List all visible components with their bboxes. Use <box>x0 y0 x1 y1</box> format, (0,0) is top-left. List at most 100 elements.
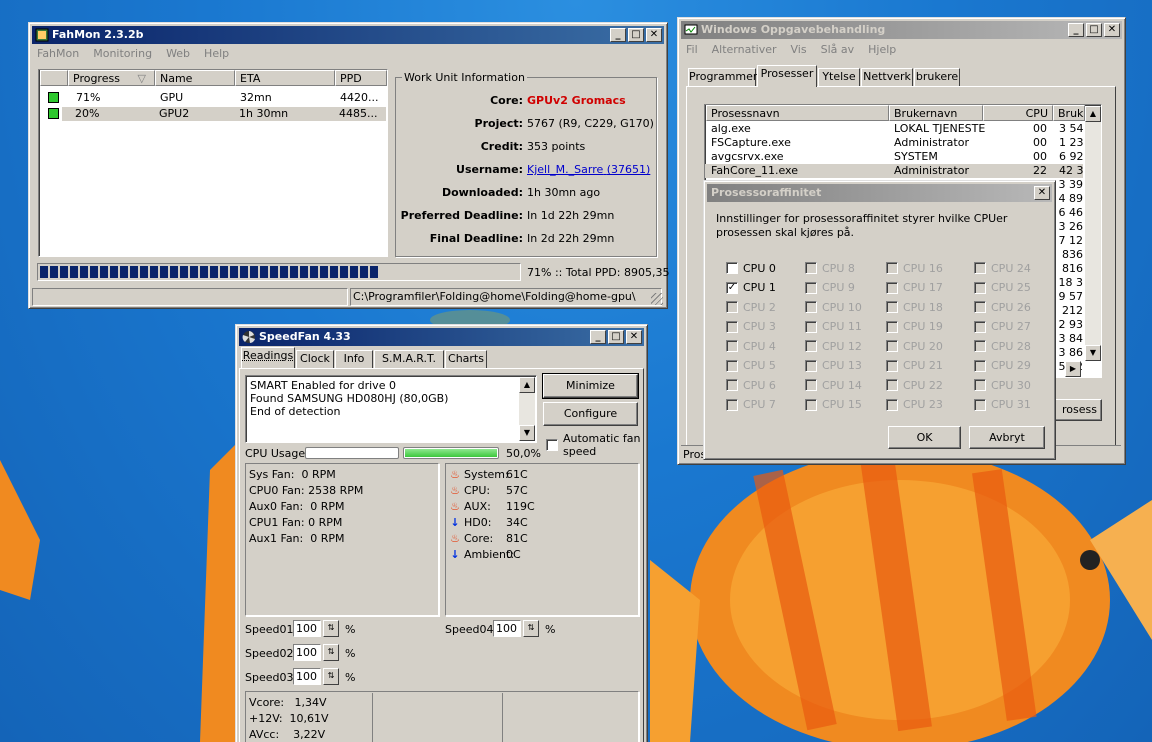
speed02-label: Speed02: <box>245 647 297 660</box>
checkbox-box <box>886 262 898 274</box>
bruk-column: 3 39 4 89 6 46 3 26 7 12 836 816 18 39 57 212 2 9… <box>1053 178 1085 374</box>
menu-web[interactable]: Web <box>166 45 190 63</box>
process-row[interactable]: avgcsrvx.exe SYSTEM 00 6 92 <box>705 150 1101 164</box>
menu-alternativer[interactable]: Alternativer <box>712 41 777 59</box>
checkbox-box <box>805 379 817 391</box>
cpu-label: CPU 20 <box>903 340 943 353</box>
scroll-up-button[interactable]: ▲ <box>519 377 535 393</box>
col-name[interactable]: Name <box>155 70 235 86</box>
cancel-button[interactable]: Avbryt <box>969 426 1045 449</box>
cpu-label: CPU 28 <box>991 340 1031 353</box>
affinity-titlebar[interactable]: Prosessoraffinitet ✕ <box>707 184 1052 202</box>
memory-value: 4 89 <box>1053 192 1085 206</box>
status-ok-icon <box>48 108 59 119</box>
close-button[interactable]: ✕ <box>1104 23 1120 37</box>
checkbox-box[interactable]: ✓ <box>726 282 738 294</box>
maximize-button[interactable]: □ <box>628 28 644 42</box>
close-button[interactable]: ✕ <box>1034 186 1050 200</box>
vertical-scrollbar[interactable]: ▲ ▼ <box>1085 106 1101 361</box>
speed01-input[interactable]: 100 <box>293 620 321 637</box>
minimize-to-tray-button[interactable]: Minimize <box>543 374 638 398</box>
speed01-spinner[interactable]: ⇅ <box>323 620 339 637</box>
tab-programmer[interactable]: Programmer <box>688 68 756 86</box>
progress-text: 71% :: Total PPD: 8905,35 <box>527 266 669 279</box>
log-scrollbar[interactable]: ▲ ▼ <box>519 377 535 441</box>
scroll-up-button[interactable]: ▲ <box>1085 106 1101 122</box>
scroll-right-button[interactable]: ▶ <box>1065 361 1081 377</box>
username-link[interactable]: Kjell_M._Sarre (37651) <box>527 163 650 176</box>
client-list[interactable]: Progress ▽ Name ETA PPD 71% GPU 32mn 442… <box>38 69 388 257</box>
scroll-down-button[interactable]: ▼ <box>1085 345 1101 361</box>
process-row[interactable]: FSCapture.exe Administrator 00 1 23 <box>705 136 1101 150</box>
cpu-checkbox-grid: CPU 0 ✓ CPU 1 CPU 2 CPU 3 CPU 4 CPU 5 CPU 6 CPU … <box>726 261 1046 421</box>
configure-button[interactable]: Configure <box>543 402 638 426</box>
menu-monitoring[interactable]: Monitoring <box>93 45 152 63</box>
tab-info[interactable]: Info <box>335 350 373 368</box>
checkbox-box <box>726 399 738 411</box>
minimize-button[interactable]: _ <box>590 330 606 344</box>
menu-fil[interactable]: Fil <box>686 41 698 59</box>
speed04-spinner[interactable]: ⇅ <box>523 620 539 637</box>
cpu-checkbox-1[interactable]: ✓ CPU 1 <box>726 281 776 295</box>
taskmanager-titlebar[interactable]: Windows Oppgavebehandling _ □ ✕ <box>681 21 1122 39</box>
tab-ytelse[interactable]: Ytelse <box>818 68 860 86</box>
col-ppd[interactable]: PPD <box>335 70 387 86</box>
cpu-checkbox-9: CPU 9 <box>805 281 855 295</box>
tab-smart[interactable]: S.M.A.R.T. <box>374 350 444 368</box>
speed02-input[interactable]: 100 <box>293 644 321 661</box>
col-eta[interactable]: ETA <box>235 70 335 86</box>
auto-fan-checkbox[interactable] <box>546 439 558 451</box>
label-final-deadline: Final Deadline: <box>430 232 523 245</box>
checkbox-box <box>886 282 898 294</box>
process-row[interactable]: alg.exe LOKAL TJENESTE 00 3 54 <box>705 122 1101 136</box>
maximize-button[interactable]: □ <box>1086 23 1102 37</box>
col-cpu[interactable]: CPU <box>983 105 1053 121</box>
minimize-button[interactable]: _ <box>1068 23 1084 37</box>
tab-nettverk[interactable]: Nettverk <box>861 68 913 86</box>
fan-icon <box>242 330 256 344</box>
menu-vis[interactable]: Vis <box>791 41 807 59</box>
log-box[interactable]: SMART Enabled for drive 0 Found SAMSUNG … <box>245 375 537 443</box>
maximize-button[interactable]: □ <box>608 330 624 344</box>
col-brukernavn[interactable]: Brukernavn <box>889 105 983 121</box>
col-progress[interactable]: Progress ▽ <box>68 70 155 86</box>
menu-fahmon[interactable]: FahMon <box>37 45 79 63</box>
statusbar-left <box>32 288 348 306</box>
speed03-label: Speed03: <box>245 671 297 684</box>
cpu-label: CPU 30 <box>991 379 1031 392</box>
col-prosessnavn[interactable]: Prosessnavn <box>706 105 889 121</box>
end-process-button[interactable]: rosess <box>1050 399 1102 421</box>
cpu-checkbox-0[interactable]: CPU 0 <box>726 261 776 275</box>
menu-hjelp[interactable]: Hjelp <box>868 41 896 59</box>
tab-prosesser[interactable]: Prosesser <box>757 65 817 87</box>
close-button[interactable]: ✕ <box>626 330 642 344</box>
resize-grip-icon[interactable] <box>651 293 663 305</box>
checkbox-box <box>726 360 738 372</box>
flame-icon: ♨ <box>450 499 460 515</box>
memory-value: 9 57 <box>1053 290 1085 304</box>
checkbox-box[interactable] <box>726 262 738 274</box>
speed02-spinner[interactable]: ⇅ <box>323 644 339 661</box>
col-status[interactable] <box>40 70 68 86</box>
tab-clock[interactable]: Clock <box>296 350 334 368</box>
speed03-input[interactable]: 100 <box>293 668 321 685</box>
fahmon-titlebar[interactable]: FahMon 2.3.2b _ □ ✕ <box>32 26 664 44</box>
tab-charts[interactable]: Charts <box>445 350 487 368</box>
close-button[interactable]: ✕ <box>646 28 662 42</box>
speed04-input[interactable]: 100 <box>493 620 521 637</box>
menu-sla-av[interactable]: Slå av <box>821 41 855 59</box>
speedfan-titlebar[interactable]: SpeedFan 4.33 _ □ ✕ <box>239 328 644 346</box>
speed03-spinner[interactable]: ⇅ <box>323 668 339 685</box>
client-row[interactable]: 20% GPU2 1h 30mn 4485... <box>62 107 386 121</box>
cpu-checkbox-23: CPU 23 <box>886 398 943 412</box>
status-ok-icon <box>48 92 59 103</box>
col-bruk[interactable]: Bruk <box>1053 105 1085 121</box>
tab-brukere[interactable]: brukere <box>914 68 960 86</box>
client-row[interactable]: 71% GPU 32mn 4420... <box>40 91 386 105</box>
ok-button[interactable]: OK <box>888 426 961 449</box>
tab-readings[interactable]: Readings <box>241 347 295 368</box>
scroll-down-button[interactable]: ▼ <box>519 425 535 441</box>
process-row-selected[interactable]: FahCore_11.exe Administrator 22 42 3 <box>705 164 1083 178</box>
minimize-button[interactable]: _ <box>610 28 626 42</box>
menu-help[interactable]: Help <box>204 45 229 63</box>
